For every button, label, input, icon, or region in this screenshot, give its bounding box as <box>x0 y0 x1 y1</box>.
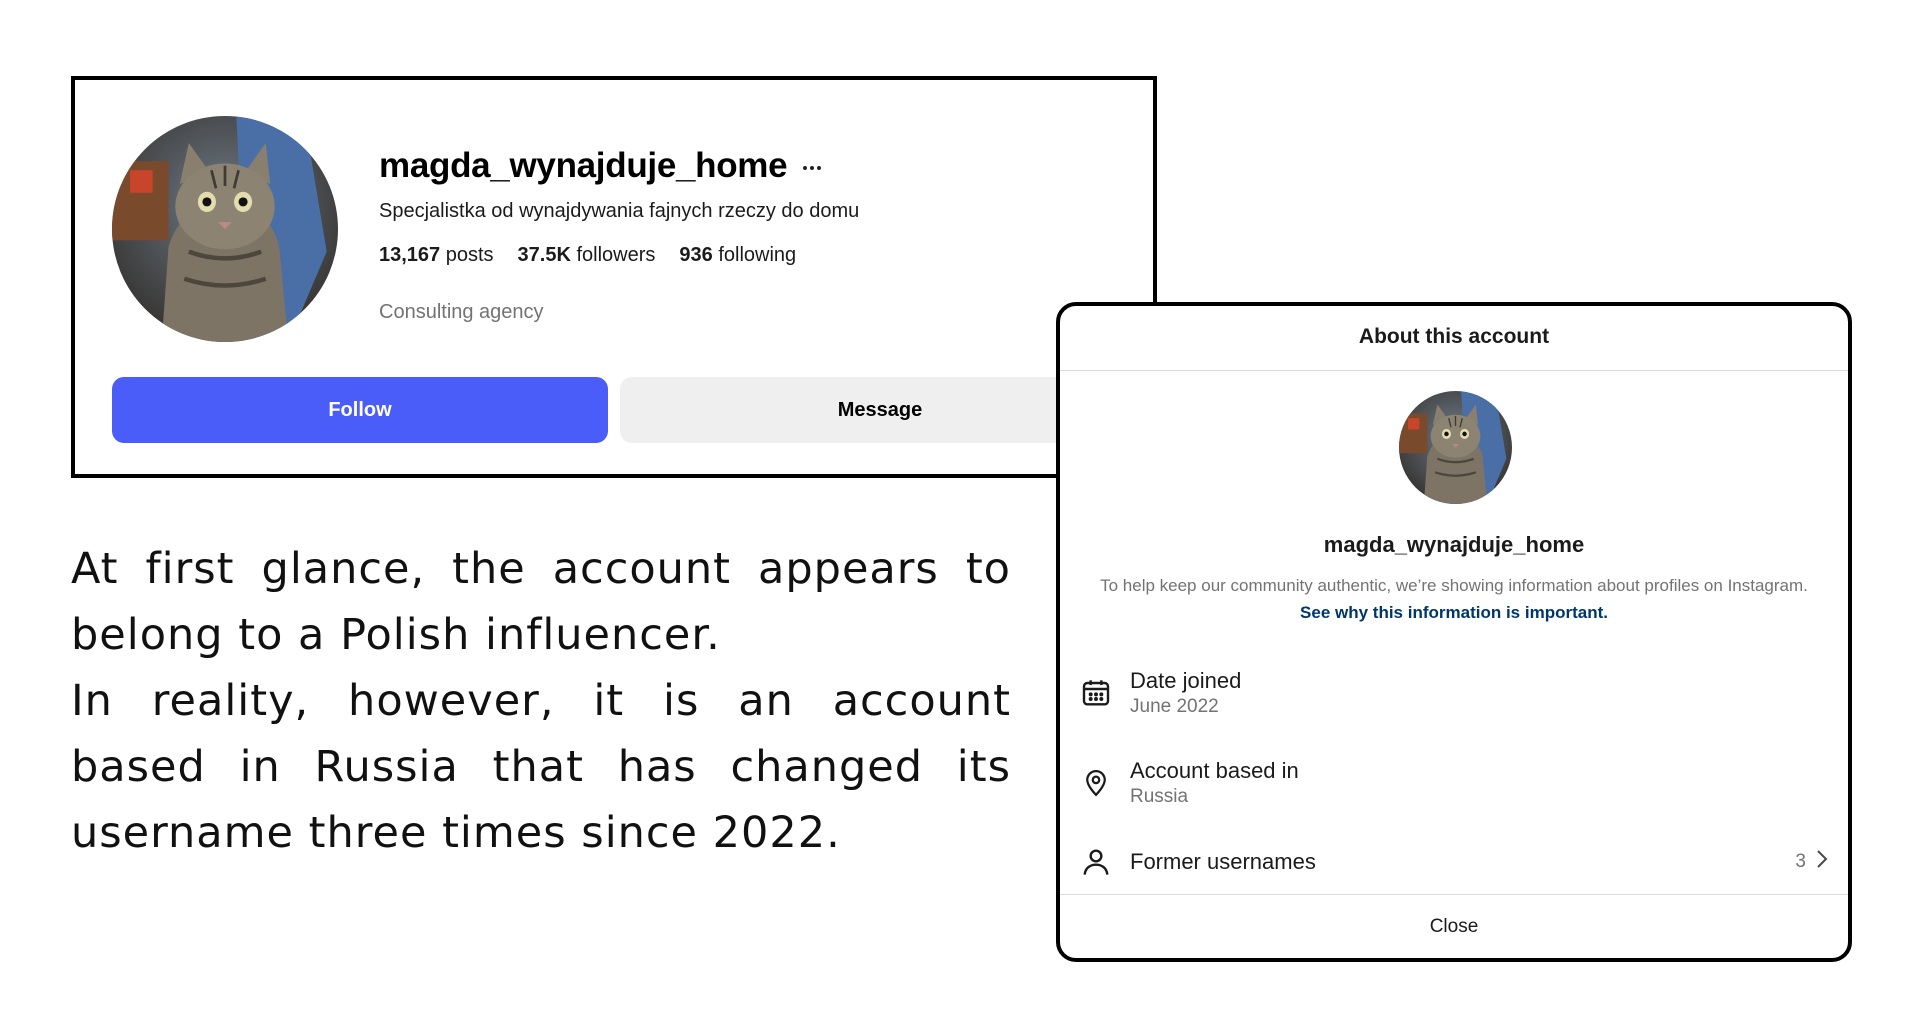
profile-bio: Specjalistka od wynajdywania fajnych rze… <box>379 200 860 222</box>
cat-photo-icon <box>1399 391 1512 504</box>
followers-count: 37.5K <box>517 244 571 266</box>
info-link[interactable]: See why this information is important. <box>1300 603 1608 622</box>
more-horizontal-icon[interactable] <box>803 166 822 170</box>
former-usernames-text: Former usernames <box>1130 849 1316 875</box>
account-based-row: Account based in Russia <box>1078 758 1828 808</box>
followers-stat[interactable]: 37.5K followers <box>518 244 656 267</box>
modal-info-text: To help keep our community authentic, we… <box>1100 572 1808 626</box>
date-joined-text: Date joined June 2022 <box>1130 668 1241 718</box>
former-usernames-count: 3 <box>1795 851 1806 872</box>
caption-line-1: At first glance, the account appears to … <box>71 544 1011 660</box>
person-icon <box>1078 844 1114 880</box>
calendar-icon <box>1078 675 1114 711</box>
location-pin-icon <box>1078 765 1114 801</box>
following-count: 936 <box>679 244 713 266</box>
date-joined-row: Date joined June 2022 <box>1078 668 1828 718</box>
modal-divider <box>1060 370 1848 371</box>
former-usernames-label: Former usernames <box>1130 849 1316 874</box>
modal-title: About this account <box>1358 325 1550 348</box>
profile-stats: 13,167 posts 37.5K followers 936 followi… <box>379 244 796 267</box>
posts-stat: 13,167 posts <box>379 244 494 267</box>
former-usernames-row[interactable]: Former usernames 3 <box>1078 844 1828 880</box>
info-description: To help keep our community authentic, we… <box>1100 576 1808 595</box>
caption-text: At first glance, the account appears to … <box>71 536 1011 866</box>
profile-avatar[interactable] <box>112 116 338 342</box>
account-based-value: Russia <box>1130 786 1189 807</box>
date-joined-value: June 2022 <box>1130 696 1219 717</box>
follow-button[interactable]: Follow <box>112 377 608 443</box>
profile-card: magda_wynajduje_home Specjalistka od wyn… <box>71 76 1157 478</box>
modal-divider <box>1060 894 1848 895</box>
posts-label: posts <box>445 244 494 266</box>
close-button[interactable]: Close <box>1060 916 1848 938</box>
following-label: following <box>718 244 797 266</box>
posts-count: 13,167 <box>379 244 441 266</box>
account-based-text: Account based in Russia <box>1130 758 1299 808</box>
about-account-modal: About this account magda_wynajduje_home … <box>1056 302 1852 962</box>
cat-photo-icon <box>112 116 338 342</box>
former-usernames-meta: 3 <box>1795 849 1828 875</box>
chevron-right-icon <box>1816 849 1828 875</box>
modal-avatar <box>1399 391 1512 504</box>
followers-label: followers <box>576 244 656 266</box>
profile-username: magda_wynajduje_home <box>379 146 788 185</box>
profile-category: Consulting agency <box>379 301 544 323</box>
following-stat[interactable]: 936 following <box>679 244 796 267</box>
account-based-label: Account based in <box>1130 758 1299 783</box>
username-row: magda_wynajduje_home <box>379 146 822 186</box>
modal-username: magda_wynajduje_home <box>1323 532 1585 557</box>
caption-line-2: In reality, however, it is an account ba… <box>71 676 1011 858</box>
date-joined-label: Date joined <box>1130 668 1242 693</box>
